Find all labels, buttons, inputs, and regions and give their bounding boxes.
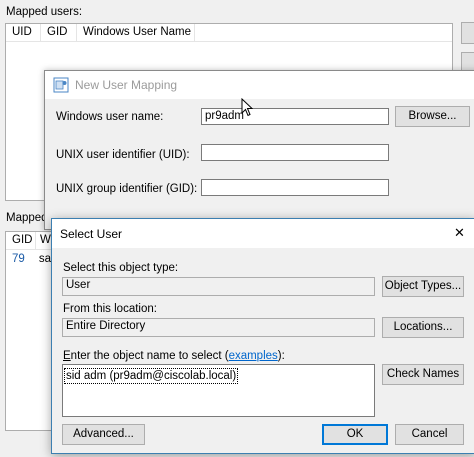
enter-label-accelerator: E xyxy=(63,350,71,362)
gid-label: UNIX group identifier (GID): xyxy=(56,183,198,195)
location-value: Entire Directory xyxy=(62,318,375,337)
windows-user-name-label: Windows user name: xyxy=(56,111,164,123)
object-type-label: Select this object type: xyxy=(63,262,179,274)
mapped-users-column-headers: UID GID Windows User Name xyxy=(6,24,452,42)
windows-user-name-input[interactable]: pr9adm xyxy=(201,108,389,125)
uid-label: UNIX user identifier (UID): xyxy=(56,149,190,161)
column-header-uid[interactable]: UID xyxy=(6,24,41,41)
new-user-mapping-titlebar[interactable]: New User Mapping xyxy=(45,71,474,99)
new-user-mapping-title: New User Mapping xyxy=(75,78,178,92)
select-user-dialog: Select User ✕ Select this object type: U… xyxy=(51,218,474,454)
browse-button[interactable]: Browse... xyxy=(395,106,470,127)
new-user-mapping-dialog: New User Mapping Windows user name: pr9a… xyxy=(44,70,474,230)
app-icon xyxy=(53,77,69,93)
ok-button[interactable]: OK xyxy=(322,424,388,445)
mouse-cursor-icon xyxy=(241,98,253,117)
uid-input[interactable] xyxy=(201,144,389,161)
locations-button[interactable]: Locations... xyxy=(382,317,464,338)
mapped-users-label: Mapped users: xyxy=(6,6,83,18)
column-header-gid[interactable]: GID xyxy=(6,232,36,249)
mapped-groups-list[interactable]: GID W 79 sa xyxy=(5,231,51,431)
location-label: From this location: xyxy=(63,303,157,315)
column-header-w[interactable]: W xyxy=(36,232,52,249)
list-item[interactable]: 79 sa xyxy=(6,250,51,268)
object-type-value: User xyxy=(62,277,375,296)
examples-link[interactable]: examples xyxy=(229,350,278,362)
enter-label-suffix: ): xyxy=(277,350,285,362)
side-button-1[interactable] xyxy=(461,22,474,44)
enter-object-name-label: Enter the object name to select (example… xyxy=(63,350,285,362)
object-types-button[interactable]: Object Types... xyxy=(382,276,464,297)
mapped-groups-column-headers: GID W xyxy=(6,232,51,250)
mapped-groups-label: Mapped xyxy=(6,212,48,224)
advanced-button[interactable]: Advanced... xyxy=(62,424,145,445)
select-user-titlebar[interactable]: Select User xyxy=(52,219,474,248)
object-name-textarea[interactable]: sid adm (pr9adm@ciscolab.local) xyxy=(62,364,375,417)
enter-label-text: nter the object name to select ( xyxy=(70,350,229,362)
select-user-title: Select User xyxy=(60,226,123,241)
column-header-windows-user-name[interactable]: Windows User Name xyxy=(77,24,195,41)
check-names-button[interactable]: Check Names xyxy=(382,364,464,385)
group-gid-cell: 79 xyxy=(12,253,25,265)
group-name-cell: sa xyxy=(38,253,51,265)
gid-input[interactable] xyxy=(201,179,389,196)
cancel-button[interactable]: Cancel xyxy=(395,424,464,445)
column-header-gid[interactable]: GID xyxy=(41,24,77,41)
resolved-object-name[interactable]: sid adm (pr9adm@ciscolab.local) xyxy=(64,368,239,384)
close-icon[interactable]: ✕ xyxy=(454,225,465,241)
